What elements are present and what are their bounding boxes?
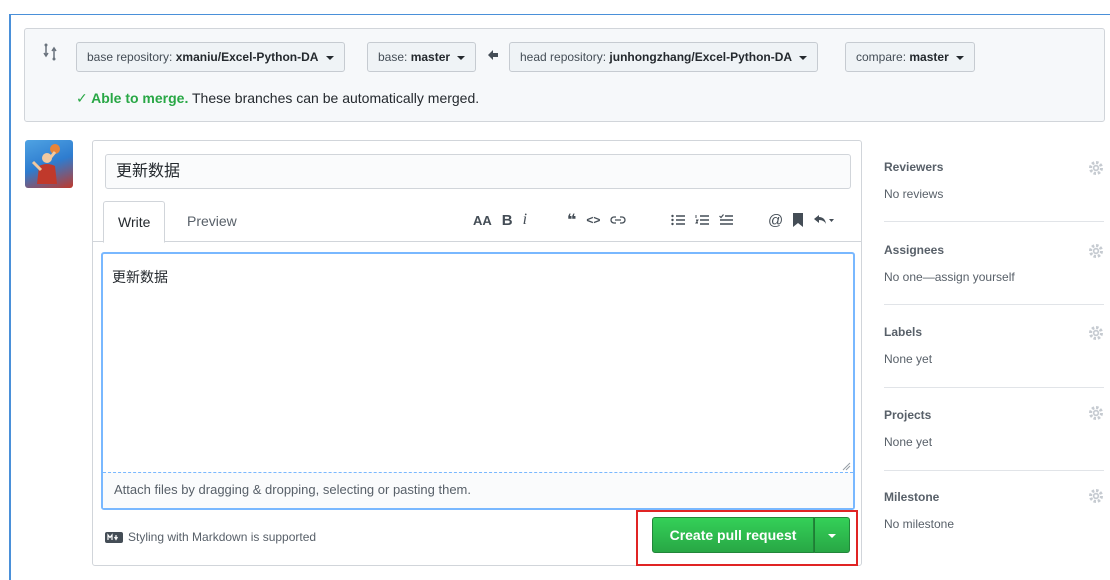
base-branch-select[interactable]: base: master <box>367 42 477 72</box>
bookmark-icon[interactable] <box>793 210 804 230</box>
compare-branch-value: master <box>909 50 949 64</box>
markdown-note[interactable]: Styling with Markdown is supported <box>105 530 316 544</box>
sidebar-assignees[interactable]: Assignees No one—assign yourself <box>884 243 1104 284</box>
comment-body: 更新数据 <box>112 269 168 285</box>
sidebar-value: No milestone <box>884 517 955 531</box>
head-repository-label: head repository: <box>520 50 607 64</box>
gear-icon[interactable] <box>1088 243 1104 259</box>
task-list-icon[interactable] <box>719 210 733 230</box>
gear-icon[interactable] <box>1088 325 1104 341</box>
italic-icon[interactable]: i <box>523 210 527 230</box>
base-repository-select[interactable]: base repository: xmaniu/Excel-Python-DA <box>76 42 345 72</box>
toolbar-insert-group: ❝ <> <box>567 209 636 231</box>
sidebar-milestone[interactable]: Milestone No milestone <box>884 490 1104 531</box>
gear-icon[interactable] <box>1088 160 1104 176</box>
chevron-down-icon <box>799 55 808 60</box>
merge-status: ✓ Able to merge. These branches can be a… <box>76 90 479 107</box>
code-icon[interactable]: <> <box>586 210 600 230</box>
sidebar-divider <box>884 304 1104 305</box>
ordered-list-icon[interactable] <box>695 210 709 230</box>
title-input[interactable]: 更新数据 <box>105 154 851 189</box>
chevron-down-icon <box>325 55 334 60</box>
sidebar-projects[interactable]: Projects None yet <box>884 408 1104 449</box>
sidebar-divider <box>884 387 1104 388</box>
sidebar-value: No one—assign yourself <box>884 270 1015 284</box>
window-frame-left <box>9 14 11 580</box>
sidebar-labels[interactable]: Labels None yet <box>884 325 1104 366</box>
head-repository-value: junhongzhang/Excel-Python-DA <box>609 50 793 64</box>
sidebar-value: No reviews <box>884 187 944 201</box>
head-repository-select[interactable]: head repository: junhongzhang/Excel-Pyth… <box>509 42 819 72</box>
toolbar-extra-group: @ <box>768 209 845 231</box>
sidebar-heading: Reviewers <box>884 160 944 174</box>
tab-preview[interactable]: Preview <box>173 201 251 242</box>
merge-ok-text: ✓ Able to merge. <box>76 90 189 106</box>
sidebar-value: None yet <box>884 435 933 449</box>
avatar[interactable] <box>25 140 73 188</box>
gear-icon[interactable] <box>1088 488 1104 504</box>
compare-branch-label: compare: <box>856 50 907 64</box>
window-frame-top <box>9 14 1110 15</box>
header-icon[interactable]: AA <box>473 210 492 230</box>
comment-textarea[interactable]: 更新数据 Attach files by dragging & dropping… <box>101 252 855 510</box>
create-pull-request-button[interactable]: Create pull request <box>652 517 814 553</box>
sidebar-divider <box>884 470 1104 471</box>
toolbar-text-group: AA B i <box>473 209 537 231</box>
reply-icon[interactable] <box>813 210 835 230</box>
compare-branch-select[interactable]: compare: master <box>845 42 976 72</box>
sidebar-divider <box>884 221 1104 222</box>
merge-message: These branches can be automatically merg… <box>191 90 480 106</box>
pull-request-form: 更新数据 Write Preview AA B i ❝ <> @ 更新数据 At… <box>92 140 862 566</box>
markdown-note-text: Styling with Markdown is supported <box>128 530 317 544</box>
sidebar-reviewers[interactable]: Reviewers No reviews <box>884 160 1104 201</box>
sidebar-heading: Projects <box>884 408 932 422</box>
arrow-left-icon <box>487 49 499 64</box>
mention-icon[interactable]: @ <box>768 210 783 230</box>
bold-icon[interactable]: B <box>502 210 513 230</box>
base-repository-label: base repository: <box>87 50 173 64</box>
chevron-down-icon <box>828 534 836 538</box>
compare-arrows-icon[interactable] <box>42 43 62 63</box>
toolbar-list-group <box>671 209 743 231</box>
compare-bar: base repository: xmaniu/Excel-Python-DA … <box>24 28 1105 122</box>
resize-handle-icon[interactable] <box>841 459 851 471</box>
create-options-dropdown-button[interactable] <box>814 517 850 553</box>
chevron-down-icon <box>956 55 965 60</box>
chevron-down-icon <box>457 55 466 60</box>
unordered-list-icon[interactable] <box>671 210 685 230</box>
sidebar-heading: Assignees <box>884 243 945 257</box>
sidebar-heading: Milestone <box>884 490 940 504</box>
gear-icon[interactable] <box>1088 405 1104 421</box>
base-repository-value: xmaniu/Excel-Python-DA <box>175 50 319 64</box>
base-branch-value: master <box>410 50 451 64</box>
sidebar-value: None yet <box>884 352 933 366</box>
link-icon[interactable] <box>610 210 626 230</box>
quote-icon[interactable]: ❝ <box>567 210 576 230</box>
attach-files-bar[interactable]: Attach files by dragging & dropping, sel… <box>103 472 853 508</box>
sidebar-heading: Labels <box>884 325 923 339</box>
base-branch-label: base: <box>378 50 408 64</box>
tab-write[interactable]: Write <box>103 201 166 243</box>
markdown-icon <box>105 531 123 543</box>
